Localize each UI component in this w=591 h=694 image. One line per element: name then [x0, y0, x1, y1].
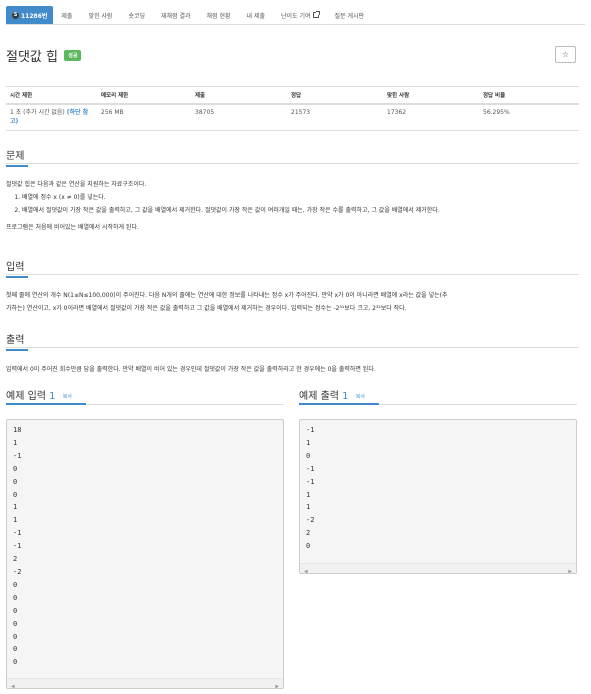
tab-short-coding[interactable]: 숏코딩	[120, 6, 153, 24]
table-header-row: 시간 제한 메모리 제한 제출 정답 맞힌 사람 정답 비율	[6, 86, 579, 105]
sample-line: 1	[13, 438, 18, 447]
header-memory-limit: 메모리 제한	[97, 86, 191, 105]
list-item: 배열에서 절댓값이 가장 작은 값을 출력하고, 그 값을 배열에서 제거한다.…	[22, 204, 579, 217]
header-submissions: 제출	[191, 86, 287, 105]
header-time-limit: 시간 제한	[6, 86, 97, 105]
scroll-right-icon[interactable]: ▶	[275, 681, 279, 688]
problem-description: 절댓값 힙은 다음과 같은 연산을 지원하는 자료구조이다. 배열에 정수 x …	[6, 178, 579, 234]
star-icon: ☆	[561, 50, 570, 59]
horizontal-scrollbar[interactable]: ◀ ▶	[7, 678, 283, 688]
cell-solvers: 17362	[383, 104, 479, 131]
sample-line: 18	[13, 426, 22, 434]
problem-header: 절댓값 힙 성공 ☆	[6, 46, 585, 68]
horizontal-scrollbar[interactable]: ◀ ▶	[300, 563, 576, 573]
sample-input-title: 예제 입력 1 복사	[6, 391, 72, 402]
sample-line: -1	[306, 464, 315, 473]
scroll-left-icon[interactable]: ◀	[304, 566, 308, 573]
sample-line: -2	[13, 567, 22, 576]
sample-output-text: -1 1 0 -1 -1 1 1 -2 2 0	[306, 424, 570, 553]
tab-solvers[interactable]: 맞힌 사람	[80, 6, 120, 24]
sample-line: -2	[306, 516, 315, 525]
favorite-star-button[interactable]: ☆	[555, 46, 576, 63]
problem-title: 절댓값 힙	[6, 50, 58, 65]
sample-line: 0	[13, 645, 18, 654]
sample-line: 0	[13, 580, 18, 589]
sample-line: 0	[13, 464, 18, 473]
sample-line: -1	[306, 477, 315, 486]
copy-sample-input-button[interactable]: 복사	[63, 394, 72, 400]
sample-input-box[interactable]: 18 1 -1 0 0 0 1 1 -1 -1 2 -2 0 0 0 0 0 0 0 ◀ ▶	[6, 419, 284, 689]
tab-problem-number[interactable]: S 11286번	[6, 6, 54, 24]
sample-line: 0	[13, 593, 18, 602]
sample-line: 0	[13, 490, 18, 499]
sample-line: 1	[13, 503, 18, 512]
copy-sample-output-button[interactable]: 복사	[356, 394, 365, 400]
scroll-right-icon[interactable]: ▶	[568, 566, 572, 573]
output-description: 입력에서 0이 주어진 회수만큼 답을 출력한다. 만약 배열이 비어 있는 경…	[6, 366, 376, 373]
sample-line: 2	[306, 529, 311, 538]
sample-line: 0	[13, 477, 18, 486]
tab-question-board[interactable]: 질문 게시판	[327, 6, 373, 24]
sample-line: 0	[306, 451, 311, 460]
cell-memory-limit: 256 MB	[97, 104, 191, 131]
header-accepted: 정답	[287, 86, 383, 105]
cell-submissions: 38705	[191, 104, 287, 131]
sample-line: -1	[13, 542, 22, 551]
sample-line: -1	[13, 529, 22, 538]
cell-accepted: 21573	[287, 104, 383, 131]
scroll-left-icon[interactable]: ◀	[11, 681, 15, 688]
sample-line: 1	[306, 503, 311, 512]
sample-output-box[interactable]: -1 1 0 -1 -1 1 1 -2 2 0 ◀ ▶	[299, 419, 577, 574]
sample-line: 0	[13, 658, 18, 667]
problem-info-table: 시간 제한 메모리 제한 제출 정답 맞힌 사람 정답 비율 1 초 (추가 시…	[6, 86, 579, 131]
list-item: 배열에 정수 x (x ≠ 0)를 넣는다.	[22, 191, 579, 204]
table-row: 1 초 (추가 시간 없음) (하단 참고) 256 MB 38705 2157…	[6, 104, 579, 131]
sample-input-text: 18 1 -1 0 0 0 1 1 -1 -1 2 -2 0 0 0 0 0 0 0	[13, 424, 277, 669]
header-ratio: 정답 비율	[479, 86, 579, 105]
tab-status[interactable]: 채점 현황	[199, 6, 239, 24]
status-badge: 성공	[64, 50, 82, 61]
tab-rejudge-results[interactable]: 재채점 결과	[153, 6, 199, 24]
tab-submit[interactable]: 제출	[53, 6, 80, 24]
sample-line: 0	[13, 606, 18, 615]
tab-difficulty-contribution[interactable]: 난이도 기여	[273, 6, 327, 24]
sample-line: -1	[306, 426, 315, 434]
tier-badge-icon: S	[12, 11, 19, 19]
sample-output-title: 예제 출력 1 복사	[299, 391, 365, 402]
sample-line: 0	[13, 619, 18, 628]
input-description: 첫째 줄에 연산의 개수 N(1≤N≤100,000)이 주어진다. 다음 N개…	[6, 292, 448, 312]
cell-ratio: 56.295%	[479, 104, 579, 131]
sample-line: -1	[13, 451, 22, 460]
sample-line: 1	[306, 490, 311, 499]
header-solvers: 맞힌 사람	[383, 86, 479, 105]
sample-line: 2	[13, 555, 18, 564]
problem-nav: S 11286번 제출 맞힌 사람 숏코딩 재채점 결과 채점 현황 내 제출 …	[6, 6, 585, 25]
sample-line: 0	[306, 542, 311, 551]
sample-line: 1	[306, 438, 311, 447]
cell-time-limit: 1 초 (추가 시간 없음) (하단 참고)	[6, 104, 97, 131]
tab-my-submissions[interactable]: 내 제출	[239, 6, 273, 24]
sample-line: 1	[13, 516, 18, 525]
sample-line: 0	[13, 632, 18, 641]
external-link-icon	[312, 11, 320, 18]
